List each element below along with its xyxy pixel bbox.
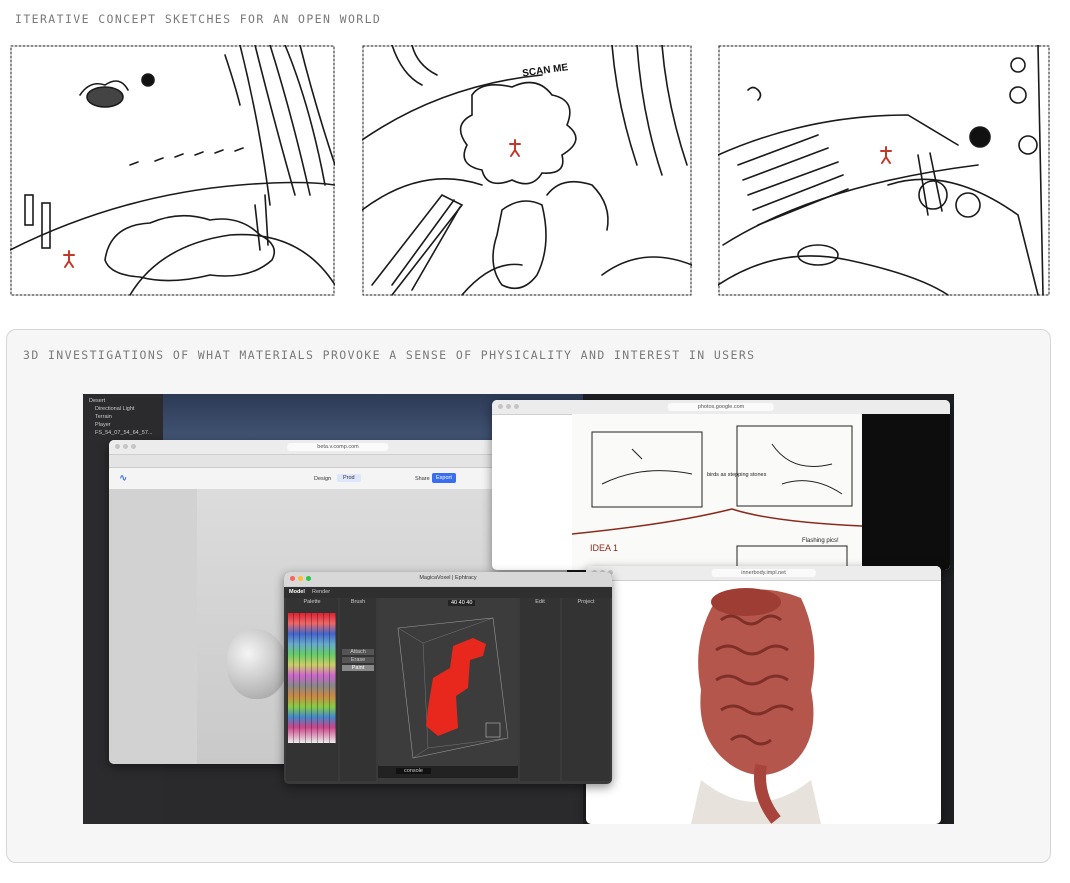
hierarchy-item[interactable]: Directional Light	[89, 406, 157, 412]
idea-label: IDEA 1	[590, 543, 618, 553]
palette-header: Palette	[303, 599, 321, 605]
edit-header: Edit	[535, 599, 545, 605]
voxel-tab-model[interactable]: Model	[289, 589, 305, 595]
photos-dark-sidebar	[860, 414, 950, 570]
voxel-tab-render[interactable]: Render	[312, 589, 330, 595]
voxel-edit-panel: Edit	[520, 598, 560, 781]
palette-grid[interactable]	[288, 613, 336, 743]
concept-sketch-2: SCAN ME	[362, 45, 692, 296]
hierarchy-item[interactable]: Player	[89, 422, 157, 428]
hierarchy-item[interactable]: FS_54_07_54_64_57...	[89, 430, 157, 436]
section-caption-materials: 3D INVESTIGATIONS OF WHAT MATERIALS PROV…	[23, 348, 756, 362]
innerbody-window: innerbody.impl.net	[586, 566, 941, 824]
voxel-console[interactable]: console	[396, 768, 431, 774]
section-caption-sketches: ITERATIVE CONCEPT SKETCHES FOR AN OPEN W…	[15, 12, 382, 26]
photos-titlebar: photos.google.com	[492, 400, 950, 415]
voxel-title: MagicaVoxel | Ephtracy	[419, 575, 477, 581]
brush-paint[interactable]: Paint	[342, 665, 374, 671]
hierarchy-item[interactable]: Desert	[89, 398, 157, 404]
bezi-share-button[interactable]: Share	[415, 476, 430, 482]
bezi-export-button[interactable]: Export	[432, 473, 456, 483]
bezi-logo-icon: ∿	[119, 473, 128, 484]
photos-url-bar[interactable]: photos.google.com	[667, 403, 775, 411]
concept-sketch-3	[718, 45, 1050, 296]
voxel-project-panel: Project	[562, 598, 610, 781]
photos-window: photos.google.com IDEA 1 birds as steppi…	[492, 400, 950, 570]
photo-note-flashing: Flashing pics!	[802, 538, 839, 544]
voxel-brush-panel: Brush Attach Erase Paint	[340, 598, 376, 781]
bezi-prod-tab[interactable]: Prod	[337, 474, 361, 482]
sketchbook-photo: IDEA 1 birds as stepping stones Flashing…	[572, 414, 862, 570]
brush-header: Brush	[350, 599, 366, 605]
brush-erase[interactable]: Erase	[342, 657, 374, 663]
voxel-titlebar: MagicaVoxel | Ephtracy	[284, 572, 612, 587]
screenshot-collage: Desert Directional Light Terrain Player …	[83, 394, 954, 824]
hierarchy-item[interactable]: Terrain	[89, 414, 157, 420]
voxel-tabbar: Model Render	[284, 587, 612, 598]
magicavoxel-window: MagicaVoxel | Ephtracy Model Render Pale…	[284, 572, 612, 784]
innerbody-url-bar[interactable]: innerbody.impl.net	[711, 569, 816, 577]
brush-attach[interactable]: Attach	[342, 649, 374, 655]
blob-3d-model	[227, 629, 287, 699]
voxel-red-model	[397, 617, 509, 759]
bezi-left-panel	[109, 489, 197, 764]
photo-note-birds: birds as stepping stones	[707, 472, 767, 478]
bezi-design-tab[interactable]: Design	[314, 476, 331, 482]
project-header: Project	[577, 599, 595, 605]
innerbody-titlebar: innerbody.impl.net	[586, 566, 941, 581]
concept-sketch-1	[10, 45, 335, 296]
scan-me-text: SCAN ME	[522, 62, 570, 79]
voxel-viewport: 40 40 40	[378, 598, 518, 766]
voxel-palette-panel: Palette	[286, 598, 338, 781]
intestines-model	[691, 588, 821, 824]
voxel-console-bar: console	[378, 766, 518, 778]
bezi-url-bar[interactable]: beta.v.comp.com	[287, 443, 389, 451]
